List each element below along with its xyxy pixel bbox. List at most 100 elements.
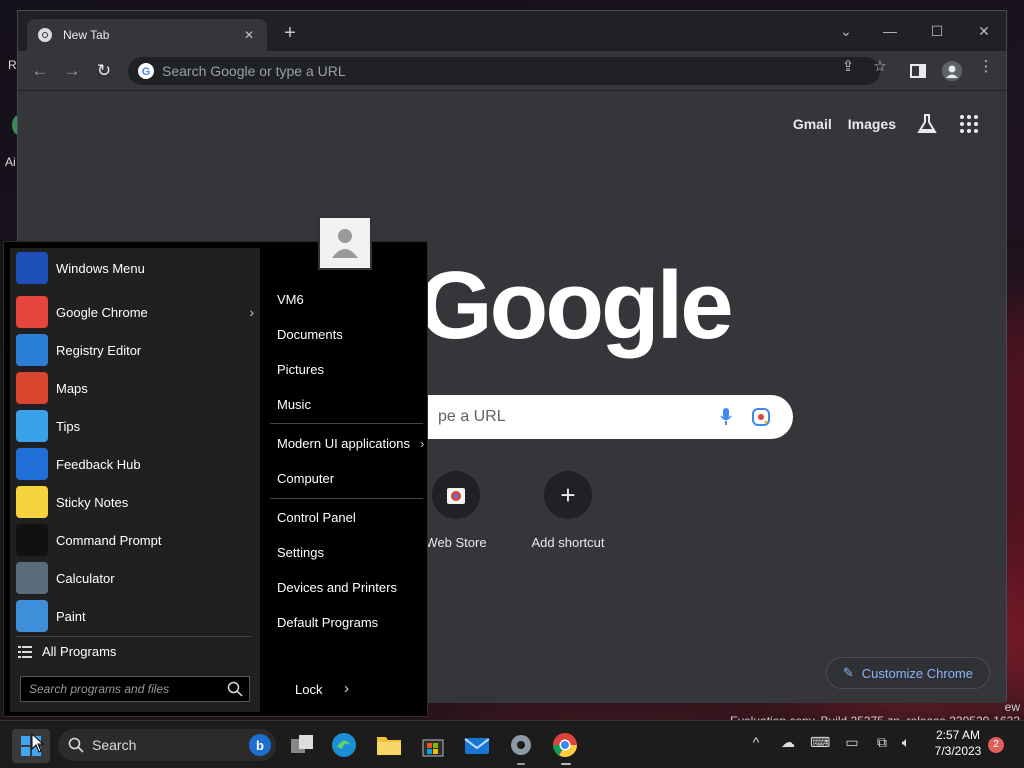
start-place-label: Music [277,397,311,412]
tips-icon [16,410,48,442]
running-indicator [517,763,525,765]
clock[interactable]: 2:57 AM 7/3/2023 [928,727,988,759]
program-item[interactable]: Paint [16,598,254,634]
taskbar: Search b ^ ☁ ⌨ ▭ ⧉ 🔈︎ 2:57 AM 7/3/2023 2 [0,720,1024,768]
taskbar-search-label: Search [92,737,137,753]
start-place-item[interactable]: VM6 [277,292,314,307]
keyboard-icon[interactable]: ⌨ [810,734,830,754]
profile-icon[interactable] [942,61,962,81]
desktop-icon-label: Ai [5,155,16,169]
start-place-item[interactable]: Default Programs [277,615,388,630]
shortcut-add[interactable]: + Add shortcut [508,471,628,550]
start-place-item[interactable]: Computer [277,471,344,486]
bing-chat-icon[interactable]: b [248,733,272,757]
microsoft-store-icon[interactable] [419,731,447,759]
program-label: Command Prompt [56,532,162,548]
google-logo: Google [418,252,734,359]
program-item[interactable]: Windows Menu [16,250,254,286]
web-store-icon [432,471,480,519]
minimize-button[interactable]: — [874,17,906,45]
add-shortcut-plus-icon: + [544,471,592,519]
start-place-item[interactable]: Settings [277,545,334,560]
calculator-icon [16,562,48,594]
tab-close-icon[interactable]: ✕ [241,28,257,42]
program-item[interactable]: Feedback Hub [16,446,254,482]
program-item[interactable]: Sticky Notes [16,484,254,520]
start-place-item[interactable]: Control Panel [277,510,366,525]
start-search-input[interactable]: Search programs and files [20,676,250,702]
program-item[interactable]: Calculator [16,560,254,596]
lock-button[interactable]: Lock [295,682,322,697]
program-label: Maps [56,380,88,396]
start-menu-programs-pane: Windows Menu Google Chrome › Registry Edito… [10,248,260,712]
google-lens-icon[interactable] [751,407,771,427]
apps-grid-icon[interactable] [958,113,980,135]
notification-badge[interactable]: 2 [988,737,1004,753]
chrome-menu-icon[interactable]: ⋮ [976,57,996,75]
network-icon[interactable]: ⧉ [872,734,892,754]
svg-text:b: b [256,738,264,753]
chrome-favicon-icon [38,28,52,42]
program-item[interactable]: Registry Editor [16,332,254,368]
back-button[interactable]: ← [28,59,52,83]
top-links: Gmail Images [777,113,980,135]
edge-icon[interactable] [330,731,358,759]
paint-icon [16,600,48,632]
omnibox[interactable]: G Search Google or type a URL [128,57,880,85]
all-programs-button[interactable]: All Programs [18,644,116,659]
start-place-item[interactable]: Modern UI applications › [277,436,424,451]
volume-icon[interactable]: 🔈︎ [896,734,916,754]
start-menu-divider [16,636,252,637]
pencil-icon: ✎ [842,665,854,680]
shutdown-options-arrow-icon[interactable]: › [344,680,349,697]
customize-chrome-button[interactable]: ✎ Customize Chrome [825,657,990,689]
start-place-item[interactable]: Pictures [277,362,334,377]
show-hidden-icons-chevron-icon[interactable]: ^ [746,734,766,754]
chrome-taskbar-icon[interactable] [551,731,579,759]
program-item[interactable]: Tips [16,408,254,444]
magnifier-icon [227,681,243,697]
user-avatar[interactable] [318,216,372,270]
maximize-button[interactable]: ☐ [921,17,953,45]
new-tab-button[interactable]: + [278,21,302,45]
maps-icon [16,372,48,404]
ntp-search-placeholder: pe a URL [438,408,506,425]
start-place-item[interactable]: Music [277,397,321,412]
svg-text:G: G [142,66,151,78]
gmail-link[interactable]: Gmail [793,116,832,132]
task-view-icon[interactable] [288,731,316,759]
tab-search-chevron-icon[interactable]: ⌄ [830,17,862,45]
chrome-icon [16,296,48,328]
share-icon[interactable]: ⇪ [838,57,858,75]
start-place-label: Documents [277,327,343,342]
chrome-titlebar: New Tab ✕ + ⌄ — ☐ ✕ [18,11,1006,51]
file-explorer-icon[interactable] [375,731,403,759]
forward-button[interactable]: → [60,59,84,83]
tab-new-tab[interactable]: New Tab ✕ [27,19,267,51]
ntp-search-box[interactable]: pe a URL [398,395,793,439]
voice-search-mic-icon[interactable] [719,407,733,427]
user-silhouette-icon [332,229,358,258]
start-place-label: Default Programs [277,615,379,630]
customize-chrome-label: Customize Chrome [861,665,973,681]
program-item[interactable]: Command Prompt [16,522,254,558]
settings-gear-icon[interactable] [507,731,535,759]
cmd-icon [16,524,48,556]
onedrive-offline-icon[interactable]: ☁ [778,734,798,754]
program-item[interactable]: Google Chrome › [16,294,254,330]
start-place-item[interactable]: Devices and Printers [277,580,407,595]
mail-icon[interactable] [463,731,491,759]
touch-keyboard-icon[interactable]: ▭ [842,734,862,754]
side-panel-icon[interactable] [910,63,926,79]
start-menu-divider [270,423,423,424]
images-link[interactable]: Images [848,116,896,132]
omnibox-placeholder: Search Google or type a URL [162,63,346,79]
reload-button[interactable]: ↻ [92,59,116,83]
bookmark-star-icon[interactable]: ☆ [870,57,890,75]
program-item[interactable]: Maps [16,370,254,406]
labs-flask-icon[interactable] [916,113,938,135]
taskbar-search-box[interactable]: Search b [58,729,276,761]
start-place-label: Devices and Printers [277,580,397,595]
start-place-item[interactable]: Documents [277,327,353,342]
close-window-button[interactable]: ✕ [968,17,1000,45]
